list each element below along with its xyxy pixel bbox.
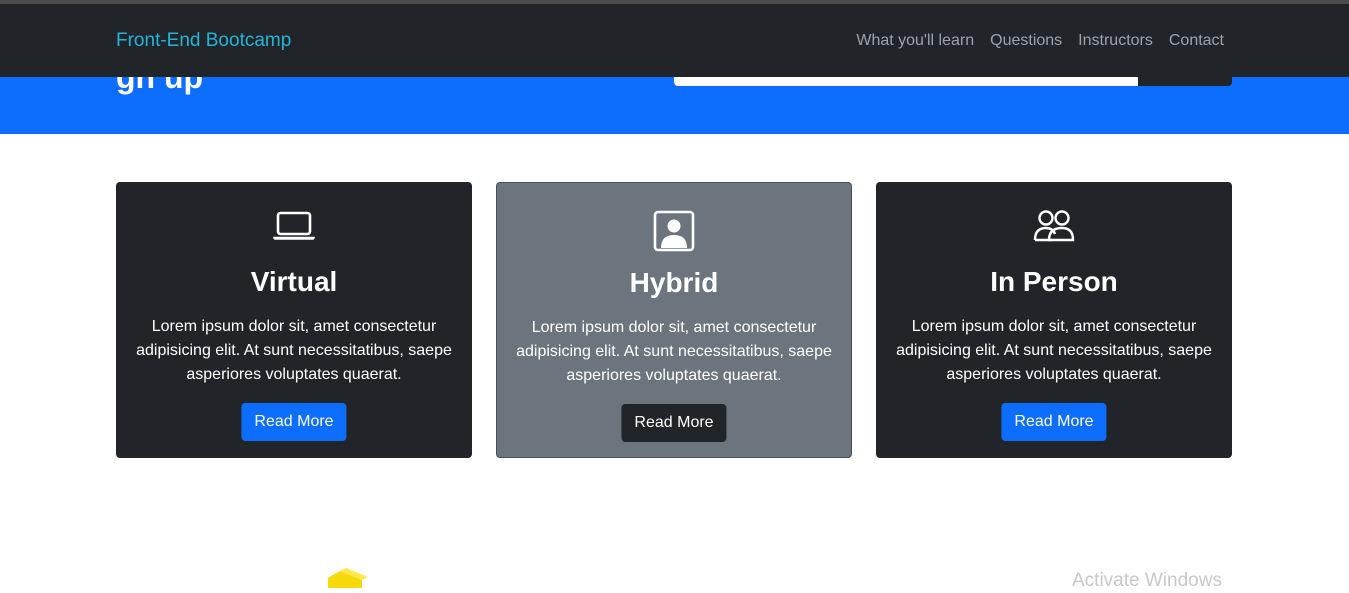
newsletter-hero: gn up	[0, 77, 1349, 134]
brand-link[interactable]: Front-End Bootcamp	[116, 30, 291, 52]
card-hybrid: Hybrid Lorem ipsum dolor sit, amet conse…	[496, 182, 852, 458]
nav-link-learn[interactable]: What you'll learn	[856, 32, 974, 50]
nav-link-contact[interactable]: Contact	[1169, 32, 1224, 50]
activation-watermark: Activate Windows	[1072, 570, 1222, 591]
read-more-button[interactable]: Read More	[621, 404, 727, 442]
card-title: In Person	[990, 266, 1118, 297]
card-text: Lorem ipsum dolor sit, amet consectetur …	[896, 318, 1212, 383]
nav-link-instructors[interactable]: Instructors	[1078, 32, 1153, 50]
submit-button[interactable]	[1138, 77, 1232, 86]
email-input[interactable]	[674, 77, 1138, 86]
nav-link-questions[interactable]: Questions	[990, 32, 1062, 50]
people-icon	[876, 209, 1232, 247]
card-title: Virtual	[250, 266, 338, 297]
illustration-fragment	[328, 568, 368, 588]
person-badge-icon	[497, 210, 851, 252]
learning-modes: Virtual Lorem ipsum dolor sit, amet cons…	[116, 182, 1232, 458]
laptop-icon	[116, 209, 472, 247]
card-title: Hybrid	[629, 267, 719, 298]
card-text: Lorem ipsum dolor sit, amet consectetur …	[136, 318, 452, 383]
hero-heading: gn up	[116, 77, 204, 95]
read-more-button[interactable]: Read More	[241, 403, 347, 441]
navbar: Front-End Bootcamp What you'll learn Que…	[0, 4, 1349, 77]
card-virtual: Virtual Lorem ipsum dolor sit, amet cons…	[116, 182, 472, 458]
read-more-button[interactable]: Read More	[1001, 403, 1107, 441]
nav-links: What you'll learn Questions Instructors …	[856, 32, 1224, 50]
card-in-person: In Person Lorem ipsum dolor sit, amet co…	[876, 182, 1232, 458]
card-text: Lorem ipsum dolor sit, amet consectetur …	[516, 319, 832, 384]
